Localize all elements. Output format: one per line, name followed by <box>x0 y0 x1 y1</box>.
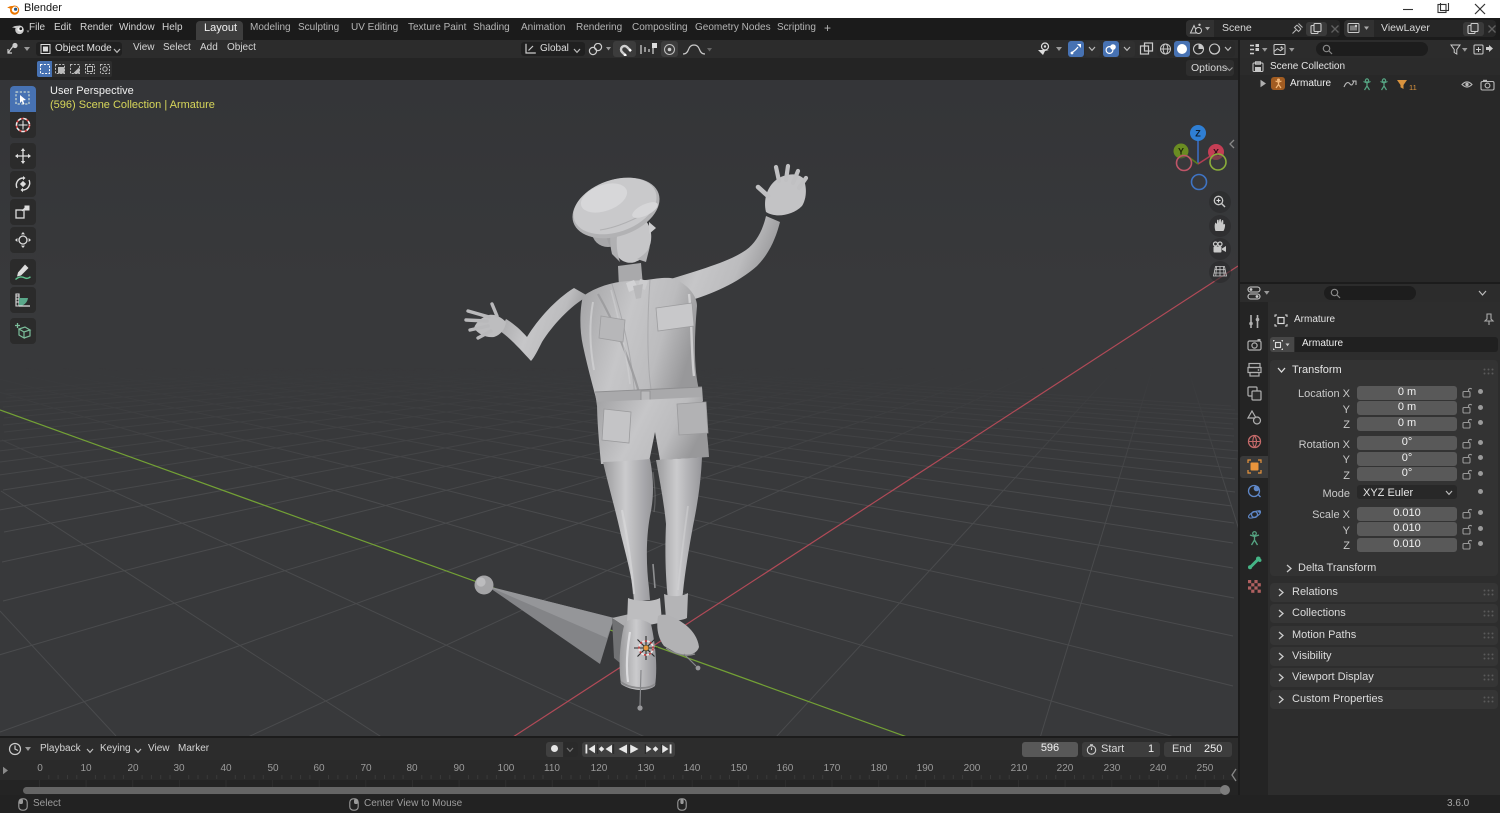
svg-text:11: 11 <box>1409 83 1417 91</box>
svg-text:Z: Z <box>1195 129 1201 139</box>
